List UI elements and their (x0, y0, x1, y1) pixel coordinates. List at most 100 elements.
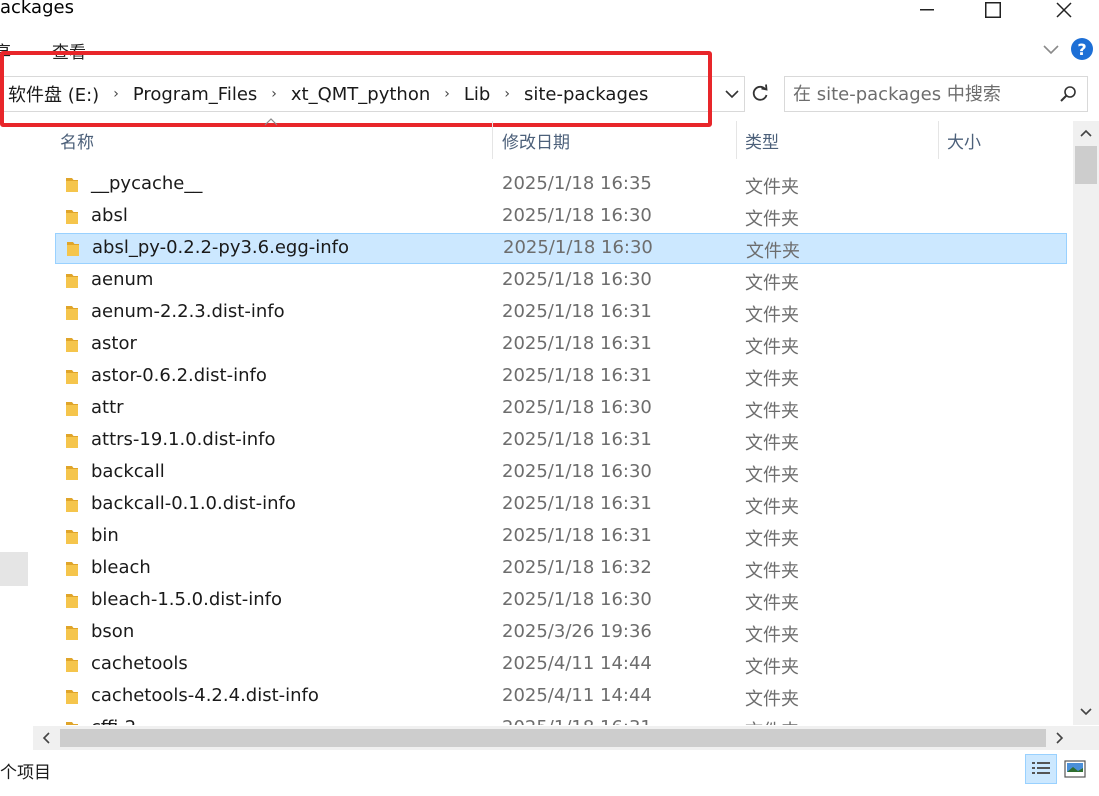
file-name: absl (91, 205, 128, 226)
column-header-date[interactable]: 修改日期 (502, 128, 570, 153)
table-row[interactable]: astor-0.6.2.dist-info 2025/1/18 16:31 文件夹 (55, 362, 1067, 393)
folder-icon (67, 242, 79, 256)
file-name: __pycache__ (91, 173, 203, 194)
minimize-icon (920, 9, 934, 11)
table-row[interactable]: bleach 2025/1/18 16:32 文件夹 (55, 554, 1067, 585)
file-modified-date: 2025/1/18 16:31 (502, 525, 652, 546)
file-type: 文件夹 (745, 657, 799, 678)
folder-icon (66, 338, 78, 352)
chevron-down-icon (1043, 45, 1059, 55)
scroll-down-button[interactable] (1073, 700, 1099, 724)
column-divider[interactable] (492, 121, 493, 159)
folder-icon (66, 402, 78, 416)
table-row[interactable]: absl 2025/1/18 16:30 文件夹 (55, 202, 1067, 233)
file-name: bson (91, 621, 135, 642)
table-row[interactable]: backcall-0.1.0.dist-info 2025/1/18 16:31 文… (55, 490, 1067, 521)
ribbon-expand-button[interactable] (1040, 38, 1062, 60)
file-type: 文件夹 (745, 689, 799, 710)
search-box (784, 76, 1088, 112)
file-modified-date: 2025/1/18 16:31 (502, 333, 652, 354)
large-icons-view-icon (1064, 760, 1086, 778)
close-button[interactable] (1041, 0, 1087, 20)
file-modified-date: 2025/4/11 14:44 (502, 653, 652, 674)
large-icons-view-button[interactable] (1062, 757, 1088, 781)
folder-icon (66, 178, 78, 192)
folder-icon (66, 658, 78, 672)
folder-icon (66, 466, 78, 480)
file-modified-date: 2025/1/18 16:31 (502, 717, 652, 725)
column-header-name[interactable]: 名称 (60, 128, 94, 153)
file-type: 文件夹 (745, 529, 799, 550)
column-divider[interactable] (736, 121, 737, 159)
file-type: 文件夹 (745, 497, 799, 518)
search-icon[interactable] (1059, 85, 1077, 103)
folder-icon (66, 690, 78, 704)
minimize-button[interactable] (904, 0, 950, 20)
scroll-right-button[interactable] (1049, 727, 1071, 749)
file-name: bin (91, 525, 119, 546)
folder-icon (66, 210, 78, 224)
scroll-left-button[interactable] (35, 727, 57, 749)
table-row[interactable]: backcall 2025/1/18 16:30 文件夹 (55, 458, 1067, 489)
highlight-annotation (0, 51, 712, 127)
file-modified-date: 2025/3/26 19:36 (502, 621, 652, 642)
chevron-up-icon (1080, 129, 1092, 137)
table-row[interactable]: cachetools 2025/4/11 14:44 文件夹 (55, 650, 1067, 681)
folder-icon (66, 594, 78, 608)
table-row[interactable]: bin 2025/1/18 16:31 文件夹 (55, 522, 1067, 553)
details-view-button[interactable] (1025, 754, 1057, 784)
file-type: 文件夹 (745, 209, 799, 230)
horizontal-scroll-thumb[interactable] (60, 729, 1046, 747)
file-name: cachetools-4.2.4.dist-info (91, 685, 319, 706)
column-header-type[interactable]: 类型 (745, 128, 779, 153)
status-item-count: 个项目 (0, 763, 51, 783)
table-row[interactable]: bson 2025/3/26 19:36 文件夹 (55, 618, 1067, 649)
vertical-scrollbar[interactable] (1073, 121, 1099, 725)
file-modified-date: 2025/1/18 16:30 (502, 205, 652, 226)
vertical-scroll-thumb[interactable] (1075, 146, 1097, 184)
sort-ascending-icon (264, 118, 278, 126)
address-history-dropdown[interactable] (722, 84, 742, 104)
file-type: 文件夹 (745, 717, 799, 725)
file-type: 文件夹 (745, 337, 799, 358)
folder-icon (66, 498, 78, 512)
file-type: 文件夹 (745, 561, 799, 582)
maximize-icon (985, 2, 1001, 18)
table-row[interactable]: attr 2025/1/18 16:30 文件夹 (55, 394, 1067, 425)
table-row[interactable]: absl_py-0.2.2-py3.6.egg-info 2025/1/18 16… (55, 233, 1067, 264)
chevron-down-icon (1080, 708, 1092, 716)
file-name: bleach (91, 557, 151, 578)
column-header-size[interactable]: 大小 (947, 128, 981, 153)
table-row[interactable]: aenum 2025/1/18 16:30 文件夹 (55, 266, 1067, 297)
table-row[interactable]: aenum-2.2.3.dist-info 2025/1/18 16:31 文件夹 (55, 298, 1067, 329)
folder-icon (66, 722, 78, 725)
maximize-button[interactable] (970, 0, 1016, 20)
refresh-button[interactable] (747, 80, 773, 106)
folder-icon (66, 306, 78, 320)
file-name: bleach-1.5.0.dist-info (91, 589, 282, 610)
refresh-icon (752, 84, 768, 101)
file-modified-date: 2025/1/18 16:30 (502, 589, 652, 610)
search-input[interactable] (793, 77, 1043, 111)
folder-icon (66, 530, 78, 544)
column-divider[interactable] (938, 121, 939, 159)
folder-icon (66, 274, 78, 288)
table-row[interactable]: astor 2025/1/18 16:31 文件夹 (55, 330, 1067, 361)
file-type: 文件夹 (745, 177, 799, 198)
file-name: aenum-2.2.3.dist-info (91, 301, 285, 322)
file-modified-date: 2025/1/18 16:30 (502, 397, 652, 418)
table-row[interactable]: __pycache__ 2025/1/18 16:35 文件夹 (55, 170, 1067, 201)
file-name: astor (91, 333, 137, 354)
file-list: __pycache__ 2025/1/18 16:35 文件夹 absl 2025/1/… (0, 169, 1072, 725)
file-type: 文件夹 (745, 273, 799, 294)
table-row[interactable]: cffi-2 2025/1/18 16:31 文件夹 (55, 714, 1067, 725)
close-icon (1056, 2, 1072, 18)
table-row[interactable]: cachetools-4.2.4.dist-info 2025/4/11 14:4… (55, 682, 1067, 713)
scroll-up-button[interactable] (1073, 121, 1099, 145)
help-button[interactable]: ? (1071, 38, 1093, 60)
table-row[interactable]: bleach-1.5.0.dist-info 2025/1/18 16:30 文件夹 (55, 586, 1067, 617)
file-name: attrs-19.1.0.dist-info (91, 429, 276, 450)
table-row[interactable]: attrs-19.1.0.dist-info 2025/1/18 16:31 文件夹 (55, 426, 1067, 457)
folder-icon (66, 626, 78, 640)
file-modified-date: 2025/1/18 16:31 (502, 493, 652, 514)
